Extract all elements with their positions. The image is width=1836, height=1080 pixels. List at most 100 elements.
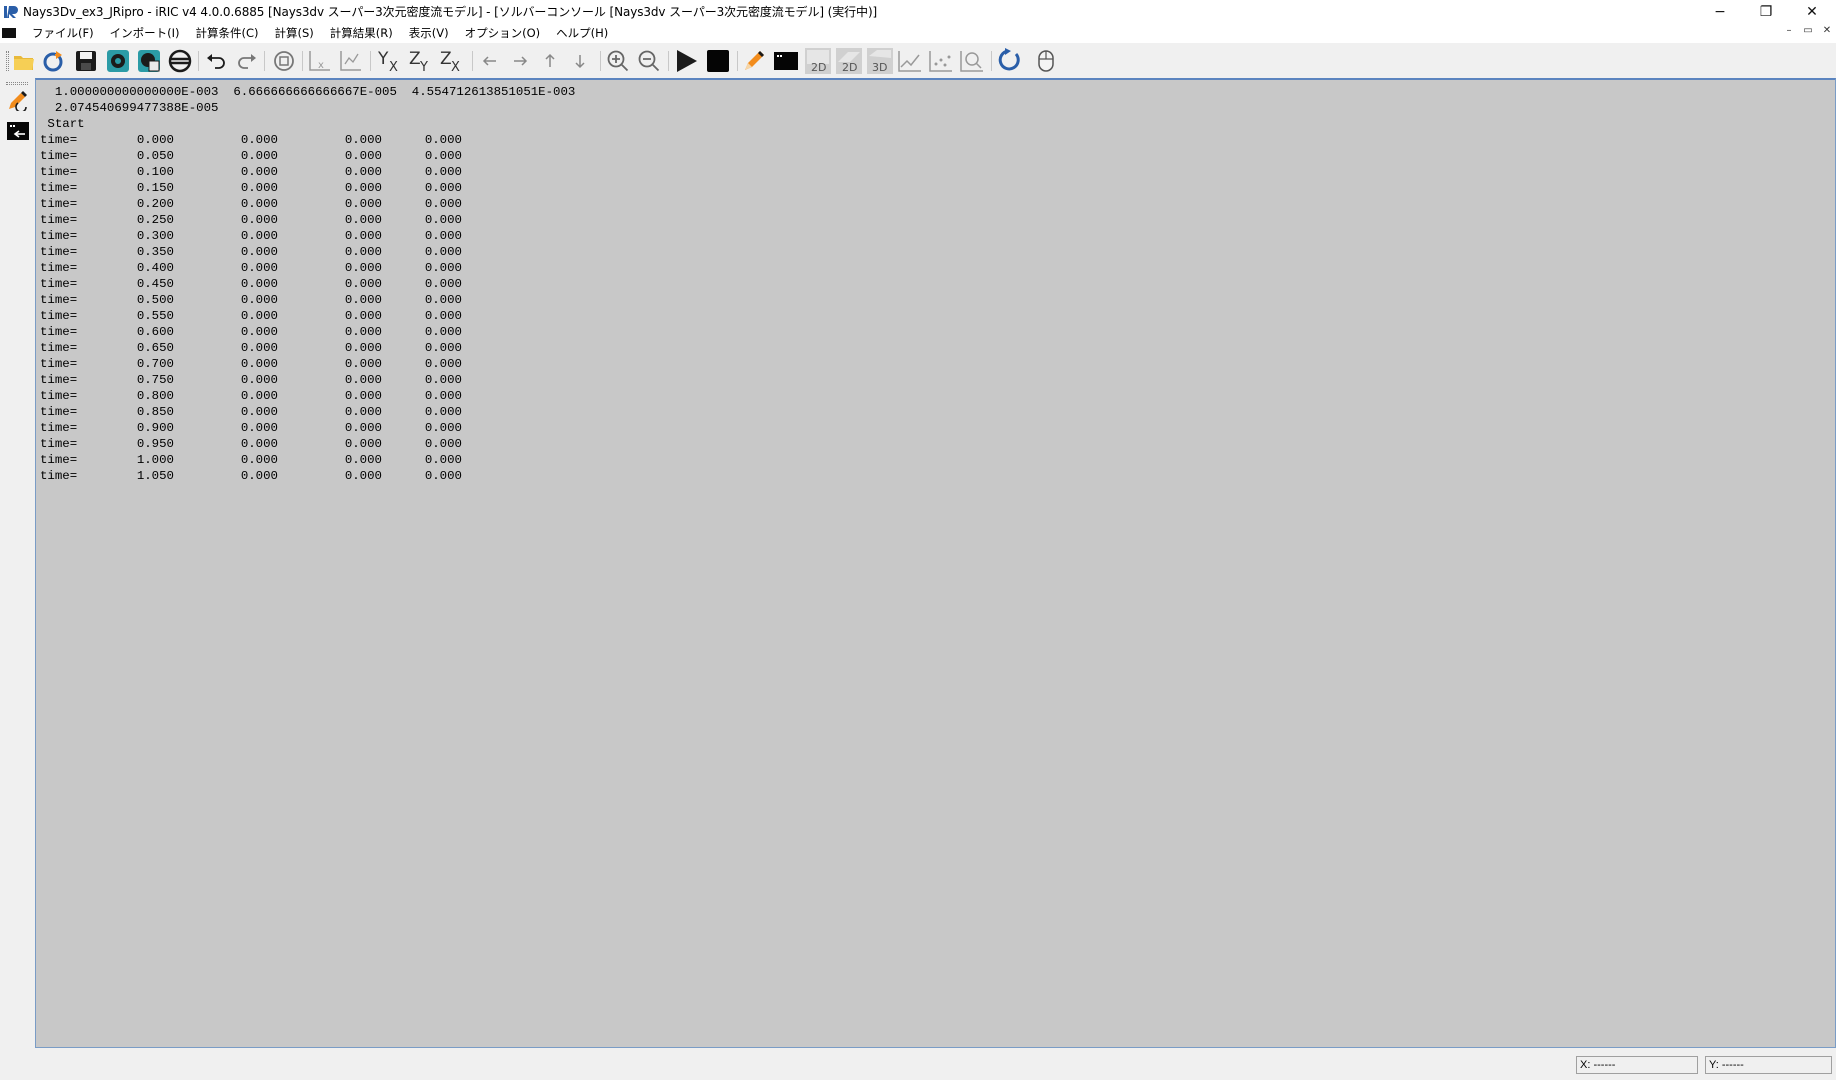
scatter-graph-icon[interactable] — [928, 48, 954, 74]
move-down-icon[interactable] — [567, 48, 593, 74]
console-value-2: 0.000 — [344, 133, 382, 147]
toolbar-grip[interactable] — [6, 51, 9, 71]
console-time-value: 0.600 — [136, 325, 174, 339]
console-value-2: 0.000 — [344, 421, 382, 435]
console-value-1: 0.000 — [240, 213, 278, 227]
view-yx-icon[interactable]: YX — [377, 48, 403, 74]
menu-import[interactable]: インポート(I) — [102, 25, 188, 41]
console-value-1: 0.000 — [240, 261, 278, 275]
main-toolbar: x YX ZY ZX 2D 2D 3D — [0, 43, 1836, 78]
console-line: time= 0.700 0.000 0.000 0.000 — [36, 356, 1835, 372]
console-time-value: 0.700 — [136, 357, 174, 371]
stop-icon[interactable] — [705, 48, 731, 74]
console-dock-button[interactable] — [5, 121, 31, 145]
console-value-1: 0.000 — [240, 165, 278, 179]
console-value-1: 0.000 — [240, 469, 278, 483]
mdi-close-button[interactable]: ✕ — [1820, 25, 1834, 36]
menu-calc-condition[interactable]: 計算条件(C) — [187, 25, 266, 41]
console-time-label: time= — [40, 421, 78, 435]
mouse-hint-icon[interactable] — [1033, 48, 1059, 74]
refresh-icon[interactable] — [996, 48, 1022, 74]
chart-xy-icon[interactable] — [338, 48, 364, 74]
pencil-icon[interactable] — [741, 48, 767, 74]
run-icon[interactable] — [673, 48, 699, 74]
reset-view-icon[interactable] — [167, 48, 193, 74]
console-value-1: 0.000 — [240, 405, 278, 419]
console-value-1: 0.000 — [240, 341, 278, 355]
console-line: time= 0.850 0.000 0.000 0.000 — [36, 404, 1835, 420]
console-value-3: 0.000 — [424, 133, 462, 147]
console-time-value: 0.550 — [136, 309, 174, 323]
console-value-3: 0.000 — [424, 197, 462, 211]
status-y-coordinate: Y: ------ — [1705, 1056, 1832, 1074]
graph-icon[interactable] — [897, 48, 923, 74]
console-value-1: 0.000 — [240, 389, 278, 403]
console-line: time= 1.050 0.000 0.000 0.000 — [36, 468, 1835, 484]
mdi-minimize-button[interactable]: – — [1782, 25, 1796, 36]
console-value-1: 0.000 — [240, 421, 278, 435]
console-time-label: time= — [40, 261, 78, 275]
2d-bird-view-icon[interactable]: 2D — [836, 48, 862, 74]
console-line: time= 0.350 0.000 0.000 0.000 — [36, 244, 1835, 260]
move-right-icon[interactable] — [507, 48, 533, 74]
redo-icon[interactable] — [234, 48, 260, 74]
console-time-label: time= — [40, 133, 78, 147]
object-browser-button[interactable] — [5, 90, 31, 114]
console-value-3: 0.000 — [424, 229, 462, 243]
save-icon[interactable] — [73, 48, 99, 74]
menu-view[interactable]: 表示(V) — [401, 25, 457, 41]
menu-result[interactable]: 計算結果(R) — [322, 25, 401, 41]
menu-file[interactable]: ファイル(F) — [24, 25, 102, 41]
console-time-label: time= — [40, 373, 78, 387]
zoom-fit-icon[interactable] — [271, 48, 297, 74]
solver-console[interactable]: 1.000000000000000E-003 6.666666666666667… — [35, 78, 1836, 1048]
move-left-icon[interactable] — [477, 48, 503, 74]
menu-help[interactable]: ヘルプ(H) — [548, 25, 616, 41]
dock-grip[interactable] — [6, 82, 28, 85]
console-value-3: 0.000 — [424, 389, 462, 403]
console-value-2: 0.000 — [344, 213, 382, 227]
console-time-value: 1.050 — [136, 469, 174, 483]
console-value-2: 0.000 — [344, 229, 382, 243]
open-folder-icon[interactable] — [11, 48, 37, 74]
console-line: time= 0.100 0.000 0.000 0.000 — [36, 164, 1835, 180]
console-value-2: 0.000 — [344, 149, 382, 163]
snapshot-icon[interactable] — [105, 48, 131, 74]
console-time-value: 0.800 — [136, 389, 174, 403]
chart-zoom-icon[interactable] — [959, 48, 985, 74]
close-button[interactable]: ✕ — [1789, 0, 1835, 23]
minimize-button[interactable]: − — [1697, 0, 1743, 23]
toolbar-separator — [198, 51, 199, 71]
view-zy-icon[interactable]: ZY — [408, 48, 434, 74]
edit-pencil-icon — [6, 89, 30, 115]
menu-option[interactable]: オプション(O) — [457, 25, 549, 41]
menu-simulation[interactable]: 計算(S) — [266, 25, 321, 41]
console-value-1: 0.000 — [240, 277, 278, 291]
open-project-icon[interactable] — [41, 48, 67, 74]
restore-button[interactable]: ❐ — [1743, 0, 1789, 23]
mdi-system-menu-icon[interactable] — [2, 28, 16, 38]
move-up-icon[interactable] — [537, 48, 563, 74]
console-line: time= 0.200 0.000 0.000 0.000 — [36, 196, 1835, 212]
2d-bird-view-label: 2D — [842, 61, 857, 74]
2d-view-label: 2D — [811, 61, 826, 74]
continuous-snapshot-icon[interactable] — [136, 48, 162, 74]
zoom-out-icon[interactable] — [636, 48, 662, 74]
console-value-2: 0.000 — [344, 245, 382, 259]
close-icon: ✕ — [1806, 3, 1818, 20]
iric-app-icon[interactable] — [3, 4, 19, 20]
console-line: time= 0.500 0.000 0.000 0.000 — [36, 292, 1835, 308]
chart-x-icon[interactable]: x — [307, 48, 333, 74]
3d-view-icon[interactable]: 3D — [867, 48, 893, 74]
undo-icon[interactable] — [203, 48, 229, 74]
console-line: time= 0.050 0.000 0.000 0.000 — [36, 148, 1835, 164]
zoom-in-icon[interactable] — [605, 48, 631, 74]
view-zx-icon[interactable]: ZX — [439, 48, 465, 74]
console-time-label: time= — [40, 357, 78, 371]
mdi-restore-button[interactable]: ▭ — [1801, 25, 1815, 36]
2d-view-icon[interactable]: 2D — [805, 48, 831, 74]
console-icon[interactable] — [773, 48, 799, 74]
window-title: Nays3Dv_ex3_JRipro - iRIC v4 4.0.0.6885 … — [23, 5, 878, 19]
console-value-2: 0.000 — [344, 325, 382, 339]
console-time-label: time= — [40, 437, 78, 451]
